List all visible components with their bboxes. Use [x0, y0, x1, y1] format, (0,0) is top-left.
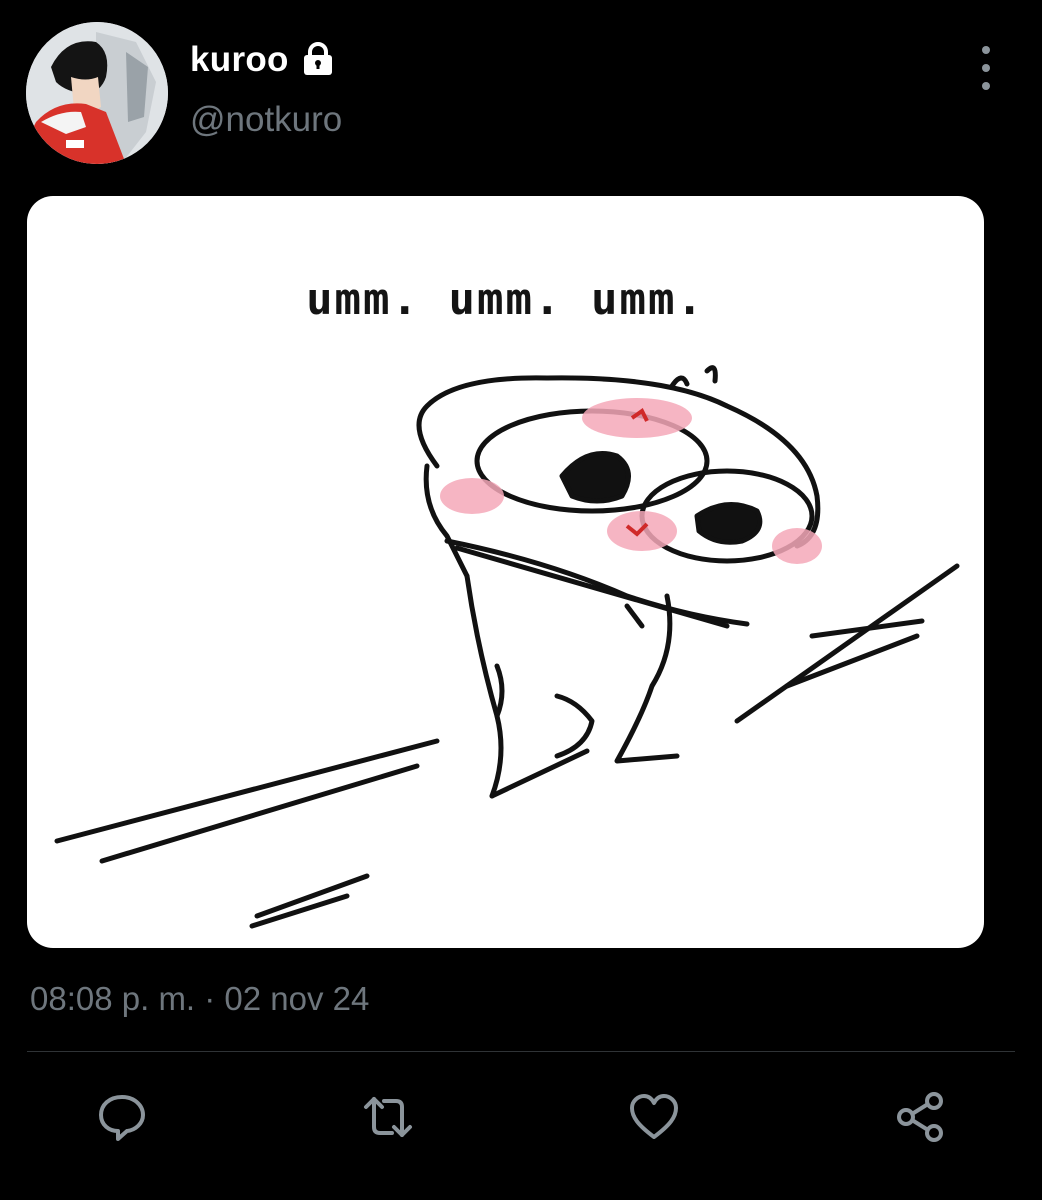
- more-dot-icon: [982, 64, 990, 72]
- tweet-timestamp[interactable]: 08:08 p. m. · 02 nov 24: [30, 980, 369, 1018]
- tweet-media-image[interactable]: umm. umm. umm.: [27, 196, 984, 948]
- user-handle[interactable]: @notkuro: [190, 100, 342, 140]
- divider: [27, 1051, 1015, 1052]
- reply-icon: [99, 1095, 145, 1141]
- like-icon: [630, 1094, 678, 1139]
- reply-button[interactable]: [90, 1085, 154, 1149]
- retweet-icon: [364, 1097, 412, 1137]
- like-button[interactable]: [622, 1085, 686, 1149]
- meme-caption-text: umm. umm. umm.: [306, 274, 705, 325]
- anime-avatar-image: [26, 22, 168, 164]
- lock-icon: [299, 41, 337, 79]
- retweet-button[interactable]: [356, 1085, 420, 1149]
- more-dot-icon: [982, 46, 990, 54]
- share-button[interactable]: [888, 1085, 952, 1149]
- share-icon: [897, 1092, 943, 1142]
- more-dot-icon: [982, 82, 990, 90]
- more-options-button[interactable]: [966, 46, 1006, 90]
- avatar[interactable]: [26, 22, 168, 164]
- tweet-action-bar: [0, 1085, 1042, 1155]
- display-name-text: kuroo: [190, 40, 289, 79]
- display-name[interactable]: kuroo: [190, 40, 337, 80]
